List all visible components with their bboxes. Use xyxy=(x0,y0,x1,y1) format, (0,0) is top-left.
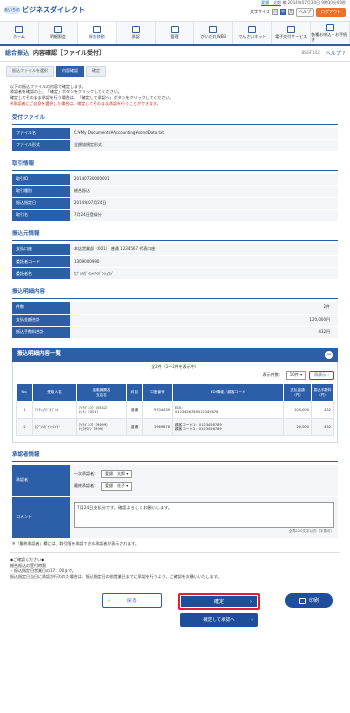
page-category: 総合振込 xyxy=(5,49,30,57)
intro-text: 以下の振込ファイルの内容で確定します。 承認者を確認の上、「確定」ボタンをクリッ… xyxy=(10,83,174,106)
print-button[interactable]: 印刷 xyxy=(285,593,333,609)
user-name[interactable]: 愛銀 太郎 xyxy=(261,0,281,5)
logo: あいちの ビジネスダイレクト xyxy=(4,6,85,15)
font-large-button[interactable]: 大 xyxy=(288,9,294,16)
last-login: 2014年07月30日 9時30分00秒 xyxy=(287,0,346,5)
admin-icon xyxy=(170,26,179,34)
page-title-bar: 総合振込 内容確認［ファイル受付］ BSGF102 ヘルプ ? xyxy=(0,46,350,62)
table-row: 2 ｶﾌﾞｼｷｶﾞｲｼｬｴｲﾂｰ ｱｲﾁｷﾞﾝｺｳ（9999） ﾁｭｳｵｳﾃﾝ（… xyxy=(16,418,334,437)
chevron-left-icon: ‹ xyxy=(108,597,110,604)
approver-note: ※「最終承認者」欄には、取引限を承認できる承認者が表示されます。 xyxy=(12,541,139,547)
header: あいちの ビジネスダイレクト 愛銀 太郎 様 2014年07月30日 9時30分… xyxy=(0,0,350,22)
screen-code: BSGF102 xyxy=(301,50,320,56)
nav-applications[interactable]: 各種お申込・お手続き xyxy=(311,22,350,44)
detail-table: No. 受取人名 金融機関名 支店名 科目 口座番号 EDI情報／顧客コード 支… xyxy=(16,383,334,437)
home-icon xyxy=(14,26,23,34)
comment-limit: 全角120文字以内［半角可］ xyxy=(288,529,334,534)
step-finalize: 確定 xyxy=(86,66,106,77)
detail-list-header: 振込明細内容一覧 − xyxy=(12,347,338,362)
page-help-link[interactable]: ヘルプ ? xyxy=(326,51,345,57)
help-button[interactable]: ヘルプ xyxy=(296,7,314,17)
nav-e-delivery[interactable]: 電子交付サービス xyxy=(272,22,312,44)
logo-name: ビジネスダイレクト xyxy=(22,6,85,15)
redisplay-button[interactable]: 再表示 › xyxy=(309,371,334,381)
file-name-value: C:¥My Documents¥Accounting¥sendData.txt xyxy=(70,127,338,141)
comment-textarea[interactable]: 7月24日支払分です。確認よろしくお願いします。 xyxy=(74,502,334,529)
section-heading: 振込明細内容 xyxy=(12,289,338,300)
step-select-file: 振込ファイルを選択 xyxy=(6,66,54,77)
notice-box: ◆ご確認ください◆ 総合振込の受付時限 ・振込指定日営業日の17：00まで。 振… xyxy=(10,552,340,583)
section-heading: 承認者情報 xyxy=(12,452,338,462)
first-approver-select[interactable]: 愛銀 太郎 ▾ xyxy=(101,469,133,479)
section-heading: 取引情報 xyxy=(12,161,338,171)
approval-icon xyxy=(131,26,140,34)
chevron-right-icon: › xyxy=(250,598,252,605)
densai-icon xyxy=(248,26,257,34)
back-button[interactable]: ‹ 戻る xyxy=(102,593,162,609)
section-heading: 受付ファイル xyxy=(12,115,338,125)
font-small-button[interactable]: 小 xyxy=(272,9,278,16)
final-approver-select[interactable]: 愛銀 花子 ▾ xyxy=(101,482,133,492)
sender-section: 振込元情報 支払口座 本店営業部（001） 普通 1234567 代表口座 委託者… xyxy=(12,231,338,281)
gaidare-icon xyxy=(209,26,218,34)
global-nav: ホーム 明細照会 資金移動 承認 管理 がいだれWEB でんさいネット 電子交付… xyxy=(0,22,350,46)
transfer-icon xyxy=(92,26,101,34)
approver-section: 承認者情報 承認者 一次承認者： 愛銀 太郎 ▾ 最終承認者： 愛銀 花子 ▾ コメ… xyxy=(12,452,338,540)
nav-approval[interactable]: 承認 xyxy=(117,22,156,44)
step-confirm-content: 内容確認 xyxy=(56,66,84,77)
logo-mark: あいちの xyxy=(4,6,20,15)
font-size-label: 文字サイズ xyxy=(250,8,270,14)
nav-statements[interactable]: 明細照会 xyxy=(39,22,78,44)
nav-densai[interactable]: でんさいネット xyxy=(233,22,273,44)
section-heading: 振込元情報 xyxy=(12,231,338,241)
user-info: 愛銀 太郎 様 2014年07月30日 9時30分00秒 xyxy=(261,0,346,5)
file-format-value: 全銀協規定形式 xyxy=(70,139,338,153)
e-delivery-icon xyxy=(287,26,296,34)
file-section: 受付ファイル ファイル名 C:¥My Documents¥Accounting¥s… xyxy=(12,115,338,153)
detail-summary-section: 振込明細内容 件数 2件 支払金額合計 120,000円 振込手数料合計 432円 xyxy=(12,289,338,339)
confirm-button[interactable]: 確定 › xyxy=(178,593,260,611)
result-count: 全2件（1〜2件を表示中） xyxy=(151,363,199,369)
statement-icon xyxy=(53,26,62,34)
step-indicator: 振込ファイルを選択 内容確認 確定 xyxy=(0,62,350,81)
nav-home[interactable]: ホーム xyxy=(0,22,39,44)
table-row: 1 ｱｲﾁｼｮｳｼﾞｶﾌﾞｼｷ ｱｲﾁｷﾞﾝｺｳ（0542） ﾎﾝﾃﾝ（001）… xyxy=(16,401,334,420)
confirm-and-approve-button[interactable]: 確定して承認へ › xyxy=(180,613,258,628)
printer-icon xyxy=(298,597,306,604)
collapse-icon[interactable]: − xyxy=(325,350,333,359)
font-medium-button[interactable]: 中 xyxy=(280,9,286,16)
detail-list: 全2件（1〜2件を表示中） 表示件数： 10件 ▾ 再表示 › No. 受取人名… xyxy=(12,361,338,444)
chevron-right-icon: › xyxy=(251,617,253,623)
per-page-select[interactable]: 10件 ▾ xyxy=(285,371,307,381)
page-title: 内容確認［ファイル受付］ xyxy=(33,49,106,57)
transaction-section: 取引情報 取引ID 20140730000001 取引種別 総合振込 振込指定日 20… xyxy=(12,161,338,223)
logout-button[interactable]: ログアウト xyxy=(316,7,346,17)
nav-gaidare[interactable]: がいだれWEB xyxy=(194,22,234,44)
application-icon xyxy=(326,23,335,31)
nav-transfer[interactable]: 資金移動 xyxy=(77,22,117,44)
nav-admin[interactable]: 管理 xyxy=(156,22,195,44)
